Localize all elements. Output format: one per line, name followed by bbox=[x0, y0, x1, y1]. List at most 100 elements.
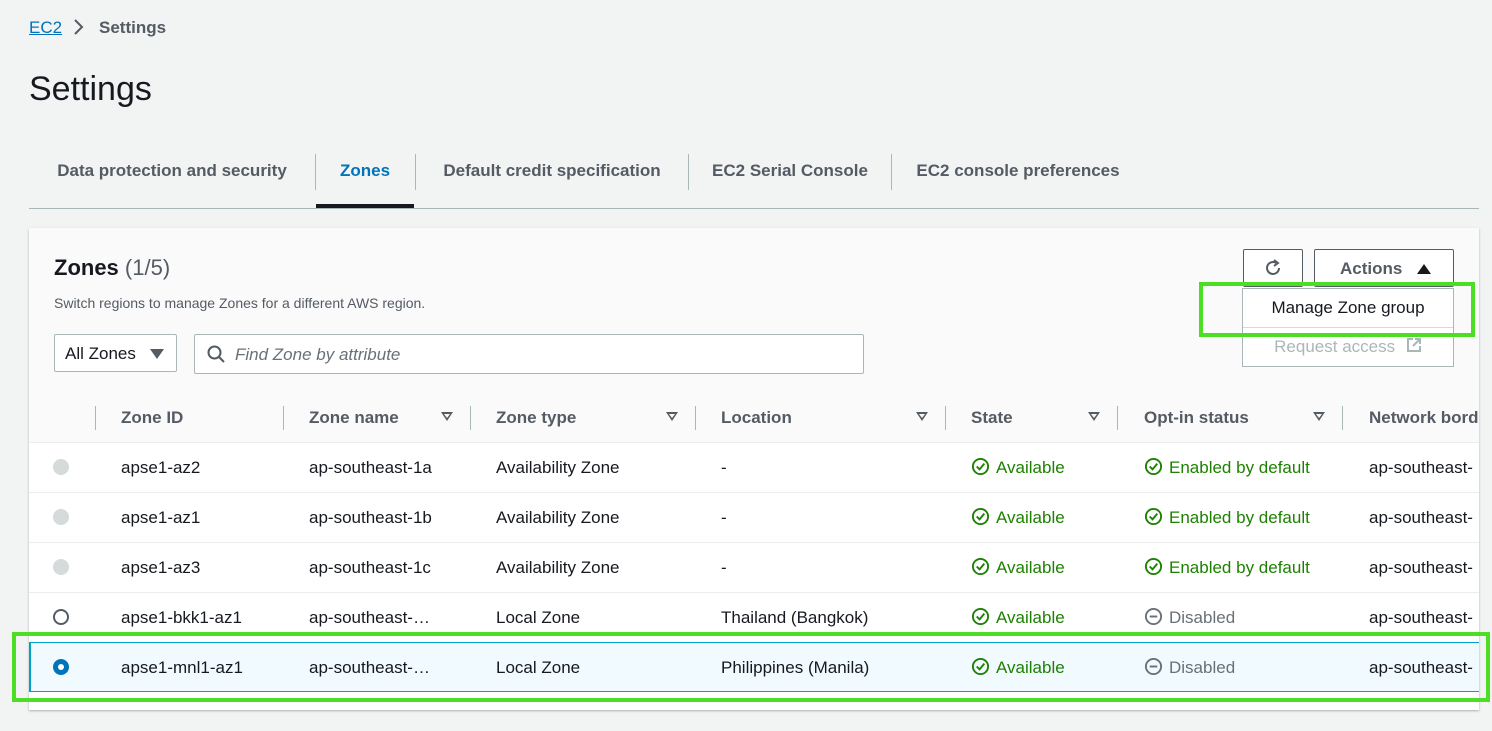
cell-zone-type: Availability Zone bbox=[496, 508, 620, 527]
actions-label: Actions bbox=[1340, 259, 1403, 278]
column-header-state[interactable]: State bbox=[971, 394, 1013, 442]
actions-button[interactable]: Actions bbox=[1314, 249, 1454, 287]
cell-network-border: ap-southeast- bbox=[1369, 658, 1473, 677]
cell-zone-id: apse1-az3 bbox=[121, 558, 201, 577]
column-divider bbox=[945, 406, 946, 430]
cell-zone-type: Availability Zone bbox=[496, 458, 620, 477]
cell-state: Available bbox=[971, 443, 1065, 492]
cell-zone-name: ap-southeast-… bbox=[309, 608, 430, 627]
refresh-button[interactable] bbox=[1243, 249, 1303, 287]
cell-opt-in-status: Disabled bbox=[1144, 593, 1235, 642]
cell-zone-name: ap-southeast-1c bbox=[309, 558, 431, 577]
tab-data-protection[interactable]: Data protection and security bbox=[29, 148, 315, 206]
check-circle-icon bbox=[1144, 457, 1163, 476]
cell-location: Thailand (Bangkok) bbox=[721, 608, 869, 627]
zones-table-header: Zone ID Zone name Zone type Location Sta… bbox=[29, 394, 1479, 443]
check-circle-icon bbox=[1144, 557, 1163, 576]
cell-zone-id: apse1-az2 bbox=[121, 458, 201, 477]
external-link-icon bbox=[1406, 329, 1422, 367]
column-divider bbox=[95, 406, 96, 430]
cell-opt-in-status: Disabled bbox=[1144, 643, 1235, 692]
check-circle-icon bbox=[971, 657, 990, 676]
minus-circle-icon bbox=[1144, 607, 1163, 626]
zones-description: Switch regions to manage Zones for a dif… bbox=[54, 295, 426, 311]
cell-location: - bbox=[721, 458, 727, 477]
tab-zones[interactable]: Zones bbox=[316, 148, 414, 208]
zone-search[interactable] bbox=[194, 334, 864, 374]
cell-zone-type: Local Zone bbox=[496, 658, 581, 677]
menu-item-request-access[interactable]: Request access bbox=[1243, 327, 1453, 366]
column-divider bbox=[695, 406, 696, 430]
caret-down-icon bbox=[150, 349, 164, 359]
table-row[interactable]: apse1-bkk1-az1 ap-southeast-… Local Zone… bbox=[29, 593, 1479, 643]
zone-filter-select[interactable]: All Zones bbox=[54, 334, 177, 372]
settings-tabs: Data protection and security Zones Defau… bbox=[29, 148, 1479, 209]
check-circle-icon bbox=[971, 507, 990, 526]
column-divider bbox=[1117, 406, 1118, 430]
cell-location: - bbox=[721, 558, 727, 577]
cell-state: Available bbox=[971, 543, 1065, 592]
zones-title: Zones bbox=[54, 255, 119, 280]
sort-caret-icon[interactable] bbox=[1313, 412, 1325, 421]
column-header-zone-name[interactable]: Zone name bbox=[309, 394, 399, 442]
cell-zone-name: ap-southeast-1a bbox=[309, 458, 432, 477]
sort-caret-icon[interactable] bbox=[916, 412, 928, 421]
sort-caret-icon[interactable] bbox=[1088, 412, 1100, 421]
row-radio bbox=[53, 459, 69, 475]
caret-up-icon bbox=[1417, 264, 1431, 274]
table-row-selected[interactable]: apse1-mnl1-az1 ap-southeast-… Local Zone… bbox=[29, 642, 1479, 692]
cell-zone-type: Availability Zone bbox=[496, 558, 620, 577]
column-header-zone-id[interactable]: Zone ID bbox=[121, 394, 183, 442]
zone-filter-value: All Zones bbox=[65, 344, 136, 363]
table-row[interactable]: apse1-az1 ap-southeast-1b Availability Z… bbox=[29, 493, 1479, 543]
row-radio bbox=[53, 559, 69, 575]
column-divider bbox=[470, 406, 471, 430]
cell-state: Available bbox=[971, 593, 1065, 642]
cell-network-border: ap-southeast- bbox=[1369, 458, 1473, 477]
zones-count: (1/5) bbox=[124, 255, 171, 280]
column-header-opt-in-status[interactable]: Opt-in status bbox=[1144, 394, 1249, 442]
page-title: Settings bbox=[29, 70, 152, 108]
row-radio-selected[interactable] bbox=[53, 659, 69, 675]
column-header-network-border[interactable]: Network bord bbox=[1369, 394, 1479, 442]
row-radio[interactable] bbox=[53, 609, 69, 625]
cell-network-border: ap-southeast- bbox=[1369, 608, 1473, 627]
table-row[interactable]: apse1-az2 ap-southeast-1a Availability Z… bbox=[29, 443, 1479, 493]
check-circle-icon bbox=[1144, 507, 1163, 526]
breadcrumb-ec2-link[interactable]: EC2 bbox=[29, 18, 62, 38]
row-radio bbox=[53, 509, 69, 525]
zones-heading: Zones (1/5) bbox=[54, 255, 170, 281]
cell-network-border: ap-southeast- bbox=[1369, 508, 1473, 527]
column-divider bbox=[283, 406, 284, 430]
zone-search-input[interactable] bbox=[233, 340, 837, 370]
menu-item-manage-zone-group[interactable]: Manage Zone group bbox=[1243, 289, 1453, 327]
cell-zone-name: ap-southeast-1b bbox=[309, 508, 432, 527]
search-icon bbox=[207, 345, 225, 368]
column-header-zone-type[interactable]: Zone type bbox=[496, 394, 576, 442]
column-header-location[interactable]: Location bbox=[721, 394, 792, 442]
cell-zone-id: apse1-mnl1-az1 bbox=[121, 658, 243, 677]
breadcrumb-current: Settings bbox=[99, 18, 167, 37]
sort-caret-icon[interactable] bbox=[441, 412, 453, 421]
table-row[interactable]: apse1-az3 ap-southeast-1c Availability Z… bbox=[29, 543, 1479, 593]
check-circle-icon bbox=[971, 607, 990, 626]
column-divider bbox=[1342, 406, 1343, 430]
sort-caret-icon[interactable] bbox=[666, 412, 678, 421]
cell-zone-type: Local Zone bbox=[496, 608, 581, 627]
cell-opt-in-status: Enabled by default bbox=[1144, 443, 1310, 492]
cell-zone-id: apse1-az1 bbox=[121, 508, 201, 527]
check-circle-icon bbox=[971, 457, 990, 476]
minus-circle-icon bbox=[1144, 657, 1163, 676]
zones-panel: Zones (1/5) Switch regions to manage Zon… bbox=[29, 228, 1479, 710]
cell-location: - bbox=[721, 508, 727, 527]
tab-ec2-serial-console[interactable]: EC2 Serial Console bbox=[689, 148, 891, 206]
cell-state: Available bbox=[971, 493, 1065, 542]
cell-state: Available bbox=[971, 643, 1065, 692]
zones-panel-header: Zones (1/5) Switch regions to manage Zon… bbox=[29, 228, 1479, 394]
cell-network-border: ap-southeast- bbox=[1369, 558, 1473, 577]
cell-zone-name: ap-southeast-… bbox=[309, 658, 430, 677]
tab-ec2-console-preferences[interactable]: EC2 console preferences bbox=[892, 148, 1144, 206]
cell-opt-in-status: Enabled by default bbox=[1144, 543, 1310, 592]
tab-default-credit[interactable]: Default credit specification bbox=[416, 148, 688, 206]
refresh-icon bbox=[1266, 259, 1280, 275]
